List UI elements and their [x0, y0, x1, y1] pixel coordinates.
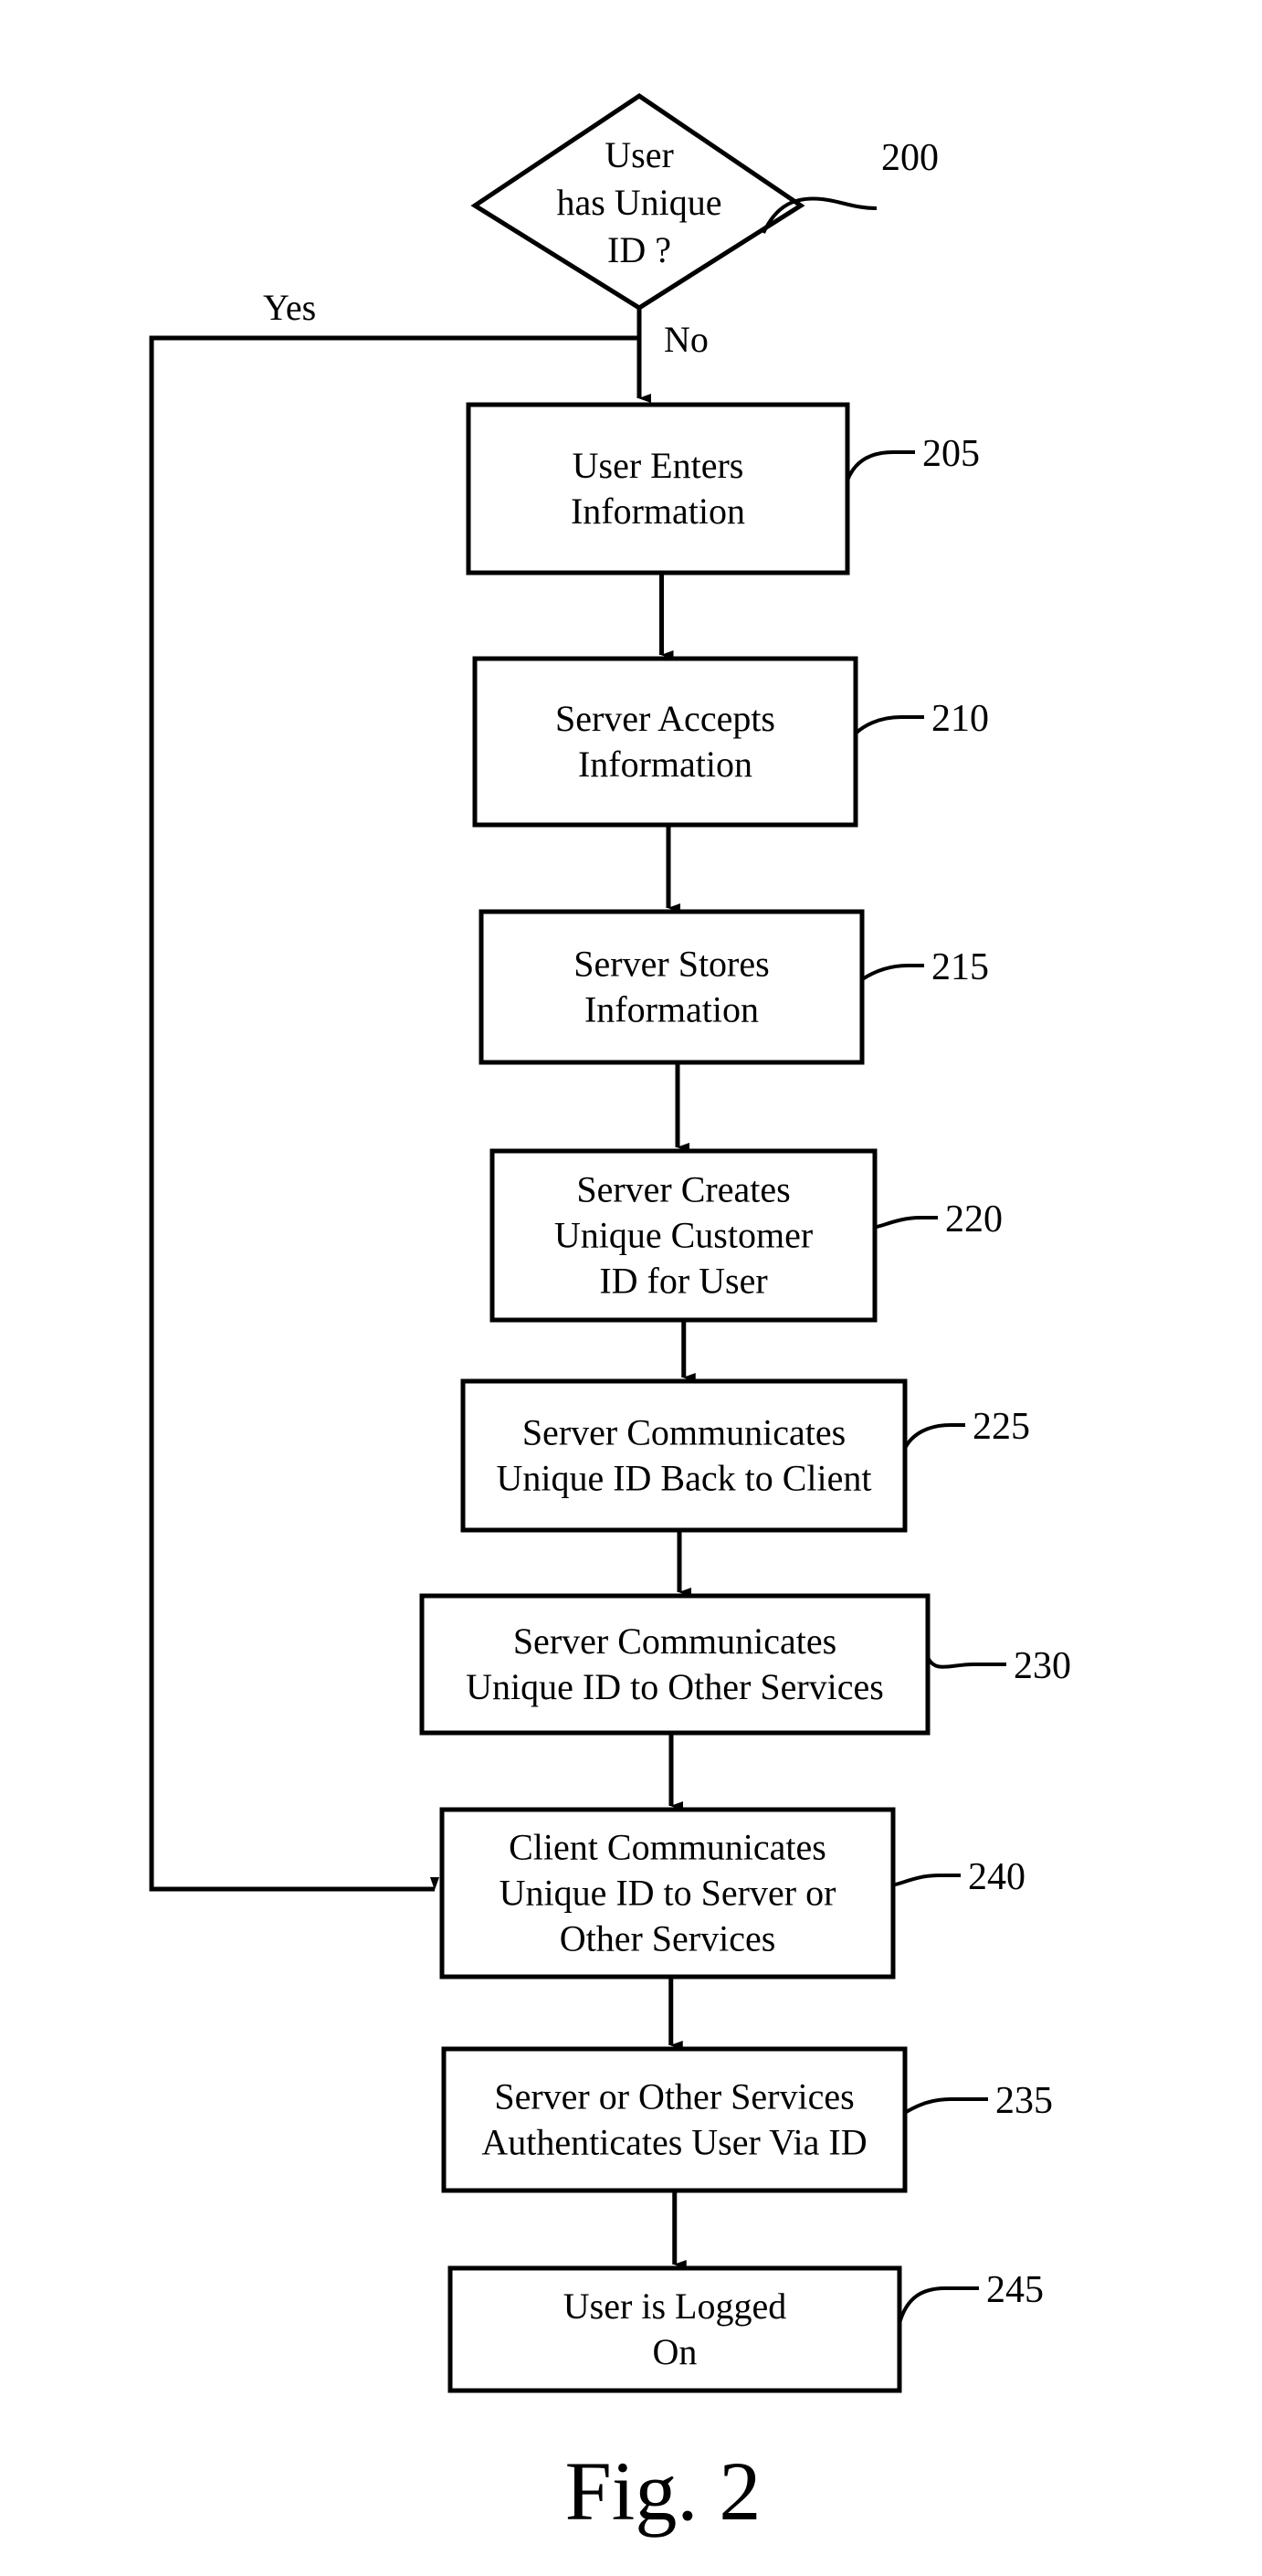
step-text-line: User is Logged	[563, 2286, 786, 2327]
decision-line-3: ID ?	[607, 229, 671, 270]
decision-line-2: has Unique	[556, 182, 721, 223]
step-text-line: Server Communicates	[522, 1412, 846, 1453]
ref-label-200: 200	[881, 137, 939, 179]
ref-label-235: 235	[995, 2080, 1053, 2122]
ref-leader	[846, 450, 915, 481]
step-text-line: Unique ID to Server or	[500, 1873, 836, 1914]
ref-leader	[860, 964, 924, 981]
ref-label-215: 215	[931, 946, 989, 988]
ref-label-230: 230	[1014, 1645, 1071, 1687]
step-text-line: Unique ID to Other Services	[466, 1666, 884, 1707]
step-245: User is LoggedOn 245	[447, 2265, 1044, 2393]
step-text-line: Authenticates User Via ID	[481, 2122, 867, 2163]
step-220: Server Creates Unique Customer ID for User…	[489, 1148, 1003, 1323]
ref-leader	[854, 715, 924, 735]
step-text-line: Information	[578, 744, 752, 785]
figure-caption: Fig. 2	[565, 2444, 762, 2538]
step-text-line: Unique Customer	[554, 1215, 813, 1256]
step-text-line: Server Creates	[576, 1169, 790, 1210]
step-210: Server Accepts Information 210	[472, 656, 989, 828]
step-text-line: On	[653, 2331, 698, 2372]
step-box	[472, 656, 858, 828]
step-text-line: Server Stores	[573, 944, 769, 985]
step-235: Server or Other Services Authenticates Us…	[441, 2046, 1053, 2193]
step-text-line: Unique ID Back to Client	[496, 1458, 871, 1499]
step-text-line: Server or Other Services	[494, 2076, 854, 2117]
step-230: Server CommunicatesUnique ID to Other Se…	[419, 1593, 1071, 1736]
step-text-line: ID for User	[599, 1261, 767, 1302]
ref-leader	[892, 1874, 961, 1887]
ref-label-205: 205	[922, 433, 980, 475]
yes-label: Yes	[263, 287, 316, 328]
ref-leader	[903, 1423, 965, 1450]
step-text-line: Other Services	[560, 1918, 776, 1959]
step-text-line: User Enters	[573, 445, 744, 486]
ref-label-225: 225	[973, 1406, 1030, 1448]
step-box	[479, 909, 865, 1065]
step-240: Client Communicates Unique ID to Server o…	[439, 1807, 1025, 1980]
step-205: User Enters Information 205	[466, 402, 980, 575]
step-215: Server StoresInformation 215	[479, 909, 989, 1065]
step-box	[466, 402, 850, 575]
ref-leader	[903, 2097, 988, 2115]
ref-label-240: 240	[968, 1856, 1025, 1898]
ref-label-220: 220	[945, 1198, 1003, 1240]
step-box	[419, 1593, 931, 1736]
flowchart: User has Unique ID ? 200 Yes No User Ent…	[149, 92, 1071, 2538]
ref-label-210: 210	[931, 698, 989, 740]
step-text-line: Information	[584, 989, 759, 1030]
ref-label-245: 245	[986, 2269, 1044, 2311]
step-box	[460, 1378, 908, 1533]
decision-node: User has Unique ID ? 200	[470, 92, 939, 311]
decision-line-1: User	[605, 134, 674, 175]
no-label: No	[664, 319, 709, 360]
flow-steps: User Enters Information 205 Server Accepts I…	[419, 402, 1071, 2393]
step-text-line: Server Communicates	[513, 1621, 836, 1662]
ref-leader	[898, 2286, 979, 2324]
ref-leader	[874, 1216, 938, 1230]
step-225: Server Communicates Unique ID Back to Cli…	[460, 1378, 1030, 1533]
step-text-line: Information	[571, 491, 745, 532]
step-box	[441, 2046, 908, 2193]
ref-leader	[926, 1656, 1006, 1669]
step-text-line: Client Communicates	[509, 1827, 826, 1868]
step-text-line: Server Accepts	[555, 698, 775, 739]
